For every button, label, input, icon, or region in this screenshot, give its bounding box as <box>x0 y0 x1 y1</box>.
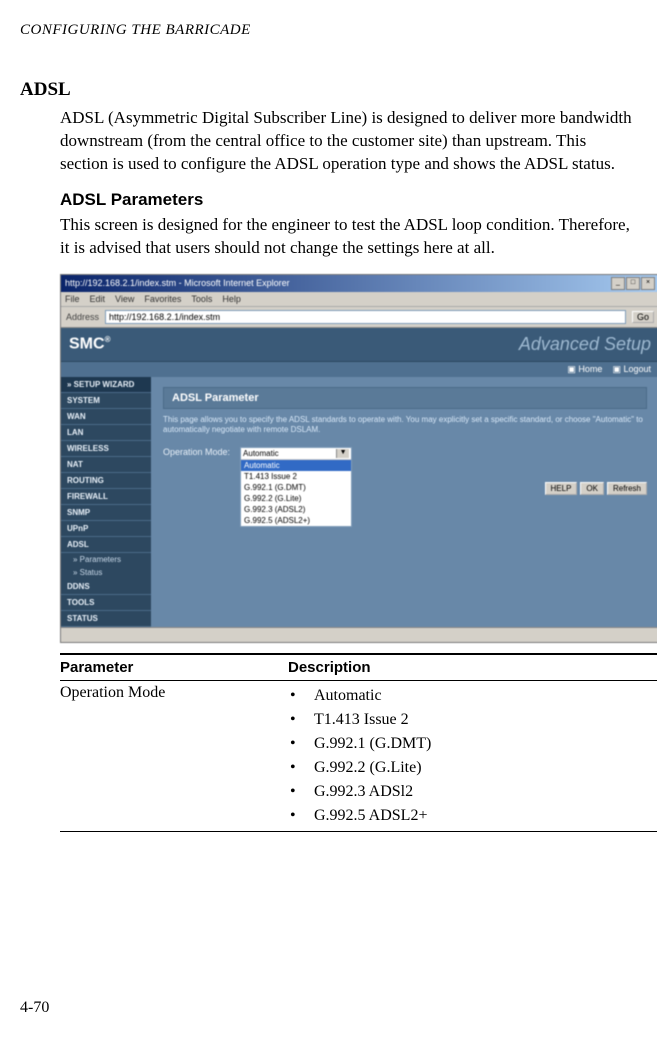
running-header: CONFIGURING THE BARRICADE <box>20 22 637 39</box>
sidebar: » SETUP WIZARD SYSTEM WAN LAN WIRELESS N… <box>61 377 151 627</box>
panel-description: This page allows you to specify the ADSL… <box>163 415 647 436</box>
sidebar-status[interactable]: STATUS <box>61 611 151 627</box>
menu-file[interactable]: File <box>65 294 80 304</box>
menu-tools[interactable]: Tools <box>191 294 212 304</box>
dropdown-selected-text: Automatic <box>243 449 279 458</box>
util-bar: ▣ Home ▣ Logout <box>61 362 657 377</box>
menu-help[interactable]: Help <box>222 294 241 304</box>
close-button[interactable]: × <box>641 277 655 290</box>
ie-titlebar: http://192.168.2.1/index.stm - Microsoft… <box>61 275 657 292</box>
sidebar-lan[interactable]: LAN <box>61 425 151 441</box>
smc-logo: SMC® <box>69 335 110 353</box>
menu-favorites[interactable]: Favorites <box>144 294 181 304</box>
sidebar-wan[interactable]: WAN <box>61 409 151 425</box>
ie-statusbar <box>61 627 657 642</box>
panel-title: ADSL Parameter <box>163 387 647 409</box>
subsection-desc: This screen is designed for the engineer… <box>60 214 637 260</box>
dropdown-opt-automatic[interactable]: Automatic <box>241 460 351 471</box>
sidebar-ddns[interactable]: DDNS <box>61 579 151 595</box>
sidebar-firewall[interactable]: FIREWALL <box>61 489 151 505</box>
section-title-adsl: ADSL <box>20 79 637 101</box>
sidebar-wireless[interactable]: WIRELESS <box>61 441 151 457</box>
dropdown-opt-adsl2plus[interactable]: G.992.5 (ADSL2+) <box>241 515 351 526</box>
sidebar-snmp[interactable]: SNMP <box>61 505 151 521</box>
parameter-table: Parameter Description Operation Mode Aut… <box>60 653 657 832</box>
list-item: G.992.2 (G.Lite) <box>288 756 657 780</box>
ie-title-text: http://192.168.2.1/index.stm - Microsoft… <box>65 278 290 288</box>
router-screenshot: http://192.168.2.1/index.stm - Microsoft… <box>60 274 657 643</box>
sidebar-nat[interactable]: NAT <box>61 457 151 473</box>
col-header-parameter: Parameter <box>60 654 288 681</box>
menu-view[interactable]: View <box>115 294 134 304</box>
brand-text: SMC <box>69 335 105 352</box>
logout-link[interactable]: ▣ Logout <box>612 364 651 374</box>
page-number: 4-70 <box>20 999 49 1017</box>
subsection-title-params: ADSL Parameters <box>60 190 637 210</box>
home-link[interactable]: ▣ Home <box>567 364 602 374</box>
sidebar-tools[interactable]: TOOLS <box>61 595 151 611</box>
chevron-down-icon[interactable]: ▼ <box>336 449 349 458</box>
minimize-button[interactable]: _ <box>611 277 625 290</box>
main-panel: ADSL Parameter This page allows you to s… <box>151 377 657 627</box>
address-label: Address <box>66 312 99 322</box>
operation-mode-dropdown[interactable]: Automatic ▼ Automatic T1.413 Issue 2 G.9… <box>240 447 352 527</box>
operation-mode-label: Operation Mode: <box>163 447 230 457</box>
col-header-description: Description <box>288 654 657 681</box>
list-item: Automatic <box>288 684 657 708</box>
sidebar-adsl-status[interactable]: » Status <box>61 566 151 579</box>
dropdown-opt-adsl2[interactable]: G.992.3 (ADSL2) <box>241 504 351 515</box>
sidebar-system[interactable]: SYSTEM <box>61 393 151 409</box>
param-desc-cell: Automatic T1.413 Issue 2 G.992.1 (G.DMT)… <box>288 680 657 831</box>
help-button[interactable]: HELP <box>545 482 578 495</box>
list-item: G.992.5 ADSL2+ <box>288 804 657 828</box>
address-input[interactable]: http://192.168.2.1/index.stm <box>105 310 626 324</box>
ok-button[interactable]: OK <box>580 482 604 495</box>
brand-sup: ® <box>105 335 111 344</box>
list-item: T1.413 Issue 2 <box>288 708 657 732</box>
dropdown-list: Automatic T1.413 Issue 2 G.992.1 (G.DMT)… <box>241 459 351 526</box>
list-item: G.992.1 (G.DMT) <box>288 732 657 756</box>
dropdown-opt-glite[interactable]: G.992.2 (G.Lite) <box>241 493 351 504</box>
param-name-cell: Operation Mode <box>60 680 288 831</box>
sidebar-upnp[interactable]: UPnP <box>61 521 151 537</box>
ie-menubar: File Edit View Favorites Tools Help <box>61 292 657 307</box>
ie-addressbar: Address http://192.168.2.1/index.stm Go <box>61 307 657 328</box>
list-item: G.992.3 ADSl2 <box>288 780 657 804</box>
sidebar-adsl-parameters[interactable]: » Parameters <box>61 553 151 566</box>
refresh-button[interactable]: Refresh <box>607 482 647 495</box>
sidebar-setup-wizard[interactable]: » SETUP WIZARD <box>61 377 151 393</box>
intro-paragraph: ADSL (Asymmetric Digital Subscriber Line… <box>60 107 637 176</box>
sidebar-adsl[interactable]: ADSL <box>61 537 151 553</box>
menu-edit[interactable]: Edit <box>90 294 106 304</box>
go-button[interactable]: Go <box>632 311 654 323</box>
dropdown-opt-t1413[interactable]: T1.413 Issue 2 <box>241 471 351 482</box>
dropdown-opt-gdmt[interactable]: G.992.1 (G.DMT) <box>241 482 351 493</box>
table-row: Operation Mode Automatic T1.413 Issue 2 … <box>60 680 657 831</box>
page-heading: Advanced Setup <box>519 334 651 355</box>
sidebar-routing[interactable]: ROUTING <box>61 473 151 489</box>
maximize-button[interactable]: □ <box>626 277 640 290</box>
router-header: SMC® Advanced Setup <box>61 328 657 362</box>
